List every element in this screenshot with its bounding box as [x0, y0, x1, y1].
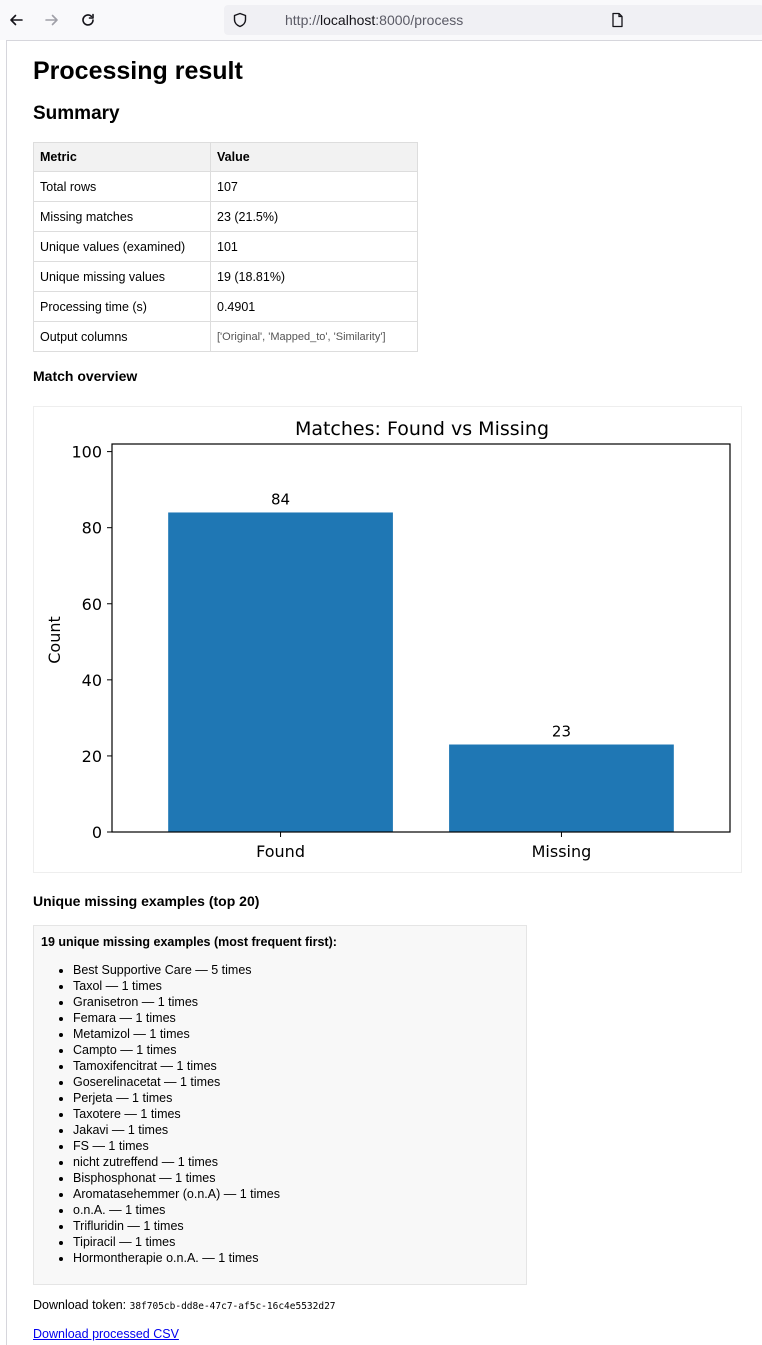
list-item: Tipiracil — 1 times [73, 1234, 280, 1250]
forward-arrow-icon [45, 14, 58, 26]
list-item: Femara — 1 times [73, 1010, 280, 1026]
browser-toolbar: http://localhost:8000/process [0, 0, 762, 40]
reload-button[interactable] [76, 8, 100, 32]
shield-icon[interactable] [232, 12, 248, 28]
missing-examples-box: 19 unique missing examples (most frequen… [33, 925, 527, 1285]
url-text[interactable]: http://localhost:8000/process [285, 12, 463, 28]
y-tick-label: 40 [82, 671, 102, 690]
summary-table: Metric Value Total rows 107 Missing matc… [33, 142, 418, 352]
bar-chart: Matches: Found vs Missing Count 84 Found 2… [45, 418, 731, 861]
metric-cell: Output columns [33, 321, 211, 352]
download-token-value: 38f705cb-dd8e-47c7-af5c-16c4e5532d27 [129, 1301, 336, 1312]
list-item: Perjeta — 1 times [73, 1090, 280, 1106]
list-item: o.n.A. — 1 times [73, 1202, 280, 1218]
value-cell: 0.4901 [210, 291, 418, 322]
url-prefix: http:// [285, 12, 321, 28]
table-row: Unique missing values 19 (18.81%) [33, 261, 418, 292]
list-item: Campto — 1 times [73, 1042, 280, 1058]
match-chart: Matches: Found vs Missing Count 84 Found 2… [33, 406, 742, 873]
back-button[interactable] [4, 8, 28, 32]
list-item: FS — 1 times [73, 1138, 280, 1154]
table-header-row: Metric Value [33, 142, 418, 172]
value-cell: 101 [210, 231, 418, 262]
chart-title: Matches: Found vs Missing [295, 418, 549, 440]
y-tick-label: 80 [82, 519, 102, 538]
list-item: Bisphosphonat — 1 times [73, 1170, 280, 1186]
table-row: Output columns ['Original', 'Mapped_to',… [33, 321, 418, 352]
list-item: Taxol — 1 times [73, 978, 280, 994]
bar-data-label: 84 [271, 490, 290, 508]
summary-heading: Summary [33, 103, 120, 124]
y-tick-label: 60 [82, 595, 102, 614]
bar [168, 512, 393, 832]
forward-button[interactable] [40, 8, 64, 32]
list-item: Hormontherapie o.n.A. — 1 times [73, 1250, 280, 1266]
metric-cell: Total rows [33, 171, 211, 202]
missing-examples-title: 19 unique missing examples (most frequen… [41, 935, 337, 949]
download-csv-link[interactable]: Download processed CSV [33, 1327, 179, 1341]
value-cell: ['Original', 'Mapped_to', 'Similarity'] [210, 321, 418, 352]
table-row: Unique values (examined) 101 [33, 231, 418, 262]
bar-data-label: 23 [552, 723, 571, 741]
url-path: :8000/process [375, 12, 464, 28]
page-title: Processing result [33, 57, 243, 85]
x-tick-label: Found [256, 842, 305, 861]
list-item: Tamoxifencitrat — 1 times [73, 1058, 280, 1074]
match-overview-heading: Match overview [33, 368, 138, 384]
missing-examples-heading: Unique missing examples (top 20) [33, 893, 260, 909]
list-item: Goserelinacetat — 1 times [73, 1074, 280, 1090]
metric-cell: Missing matches [33, 201, 211, 232]
reload-icon [82, 13, 94, 26]
list-item: Metamizol — 1 times [73, 1026, 280, 1042]
list-item: Jakavi — 1 times [73, 1122, 280, 1138]
table-row: Total rows 107 [33, 171, 418, 202]
y-tick-label: 0 [92, 823, 102, 842]
download-token: Download token: 38f705cb-dd8e-47c7-af5c-… [33, 1298, 336, 1312]
value-cell: 23 (21.5%) [210, 201, 418, 232]
value-cell: 107 [210, 171, 418, 202]
list-item: nicht zutreffend — 1 times [73, 1154, 280, 1170]
metric-cell: Unique missing values [33, 261, 211, 292]
list-item: Granisetron — 1 times [73, 994, 280, 1010]
list-item: Best Supportive Care — 5 times [73, 962, 280, 978]
list-item: Aromatasehemmer (o.n.A) — 1 times [73, 1186, 280, 1202]
x-tick-label: Missing [532, 842, 592, 861]
list-item: Trifluridin — 1 times [73, 1218, 280, 1234]
header-value: Value [210, 142, 418, 172]
back-arrow-icon [10, 14, 23, 26]
y-axis-label: Count [45, 616, 64, 664]
download-token-label: Download token: [33, 1298, 127, 1312]
value-cell: 19 (18.81%) [210, 261, 418, 292]
y-tick-label: 20 [82, 747, 102, 766]
metric-cell: Processing time (s) [33, 291, 211, 322]
table-row: Processing time (s) 0.4901 [33, 291, 418, 322]
url-bar[interactable]: http://localhost:8000/process [224, 5, 762, 35]
y-tick-label: 100 [71, 443, 102, 462]
url-host: localhost [320, 12, 376, 28]
missing-examples-list: Best Supportive Care — 5 times Taxol — 1… [34, 962, 280, 1266]
header-metric: Metric [33, 142, 211, 172]
table-row: Missing matches 23 (21.5%) [33, 201, 418, 232]
metric-cell: Unique values (examined) [33, 231, 211, 262]
list-item: Taxotere — 1 times [73, 1106, 280, 1122]
bar [449, 744, 674, 832]
